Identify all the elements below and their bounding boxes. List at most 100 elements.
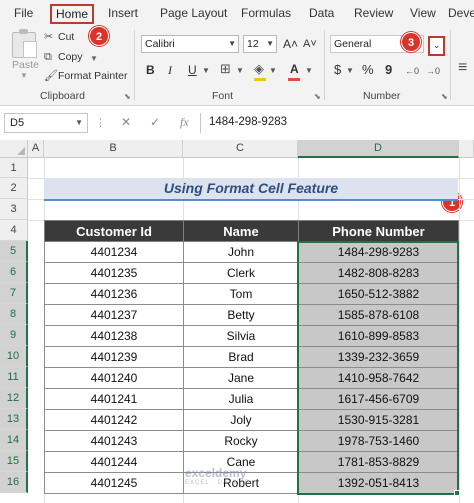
fill-handle[interactable]: [454, 490, 460, 496]
phone-cell[interactable]: 1978-753-1460: [298, 430, 459, 452]
tab-page-layout[interactable]: Page Layout: [160, 5, 227, 23]
currency-button[interactable]: $: [334, 62, 341, 78]
borders-icon[interactable]: ⊞: [220, 61, 231, 77]
tab-review[interactable]: Review: [354, 5, 393, 23]
increase-decimal-icon[interactable]: ←0: [405, 63, 419, 79]
borders-dropdown-icon[interactable]: ▼: [236, 66, 244, 75]
customer-id-cell[interactable]: 4401245: [44, 472, 184, 494]
customer-id-cell[interactable]: 4401244: [44, 451, 184, 473]
tab-data[interactable]: Data: [309, 5, 334, 23]
name-cell[interactable]: Brad: [183, 346, 299, 368]
paste-label[interactable]: Paste: [12, 59, 39, 71]
number-format-dropdown-button[interactable]: ⌄: [428, 36, 445, 56]
phone-cell[interactable]: 1410-958-7642: [298, 367, 459, 389]
row-header-4[interactable]: 4: [0, 220, 28, 241]
column-header-b[interactable]: B: [44, 140, 183, 158]
customer-id-cell[interactable]: 4401237: [44, 304, 184, 326]
underline-dropdown-icon[interactable]: ▼: [202, 66, 210, 75]
column-header-c[interactable]: C: [183, 140, 298, 158]
fill-color-icon[interactable]: ◈: [254, 61, 264, 77]
tab-formulas[interactable]: Formulas: [241, 5, 291, 23]
name-cell[interactable]: Joly: [183, 409, 299, 431]
column-header-a[interactable]: A: [28, 140, 44, 158]
customer-id-cell[interactable]: 4401238: [44, 325, 184, 347]
name-cell[interactable]: Betty: [183, 304, 299, 326]
tab-developer[interactable]: Deve: [448, 5, 474, 23]
name-cell[interactable]: Rocky: [183, 430, 299, 452]
alignment-icon[interactable]: ≡: [458, 60, 467, 76]
row-header-3[interactable]: 3: [0, 199, 28, 220]
row-header-16[interactable]: 16: [0, 472, 28, 493]
row-header-13[interactable]: 13: [0, 409, 28, 430]
row-header-14[interactable]: 14: [0, 430, 28, 451]
percent-button[interactable]: %: [362, 62, 374, 78]
row-header-8[interactable]: 8: [0, 304, 28, 325]
customer-id-cell[interactable]: 4401236: [44, 283, 184, 305]
copy-dropdown-icon[interactable]: ▼: [90, 54, 98, 63]
row-header-1[interactable]: 1: [0, 158, 28, 178]
name-cell[interactable]: John: [183, 241, 299, 263]
phone-cell[interactable]: 1530-915-3281: [298, 409, 459, 431]
bold-button[interactable]: B: [146, 62, 155, 78]
italic-button[interactable]: I: [168, 62, 172, 78]
tab-home[interactable]: Home: [50, 4, 95, 24]
customer-id-cell[interactable]: 4401242: [44, 409, 184, 431]
sheet-title[interactable]: Using Format Cell Feature: [44, 178, 458, 199]
paste-dropdown-icon[interactable]: ▼: [20, 71, 28, 80]
phone-cell[interactable]: 1339-232-3659: [298, 346, 459, 368]
phone-cell[interactable]: 1650-512-3882: [298, 283, 459, 305]
row-header-6[interactable]: 6: [0, 262, 28, 283]
column-header-d[interactable]: D: [298, 140, 459, 158]
copy-button[interactable]: ⧉ Copy: [44, 49, 83, 65]
shrink-font-button[interactable]: A˅: [303, 36, 317, 52]
phone-cell[interactable]: 1610-899-8583: [298, 325, 459, 347]
row-header-7[interactable]: 7: [0, 283, 28, 304]
row-header-5[interactable]: 5: [0, 241, 28, 262]
comma-style-button[interactable]: 9: [385, 62, 392, 78]
row-header-2[interactable]: 2: [0, 178, 28, 199]
formula-input[interactable]: 1484-298-9283: [200, 113, 474, 133]
number-launcher-icon[interactable]: ⬊: [441, 92, 448, 101]
name-cell[interactable]: Silvia: [183, 325, 299, 347]
paste-icon[interactable]: [12, 29, 37, 58]
underline-button[interactable]: U: [188, 62, 197, 78]
customer-id-cell[interactable]: 4401241: [44, 388, 184, 410]
select-all-button[interactable]: [0, 140, 28, 158]
row-header-12[interactable]: 12: [0, 388, 28, 409]
phone-cell[interactable]: 1781-853-8829: [298, 451, 459, 473]
font-color-dropdown-icon[interactable]: ▼: [305, 66, 313, 75]
customer-id-cell[interactable]: 4401243: [44, 430, 184, 452]
phone-cell[interactable]: 1482-808-8283: [298, 262, 459, 284]
tab-file[interactable]: File: [14, 5, 33, 23]
customer-id-cell[interactable]: 4401240: [44, 367, 184, 389]
customer-id-cell[interactable]: 4401239: [44, 346, 184, 368]
name-box[interactable]: D5 ▼: [4, 113, 88, 133]
phone-cell[interactable]: 1484-298-9283: [298, 241, 459, 263]
header-name[interactable]: Name: [183, 220, 299, 242]
cancel-icon[interactable]: ✕: [121, 115, 131, 129]
row-header-15[interactable]: 15: [0, 451, 28, 472]
decrease-decimal-icon[interactable]: →0: [426, 63, 440, 79]
currency-dropdown-icon[interactable]: ▼: [346, 66, 354, 75]
tab-view[interactable]: View: [410, 5, 436, 23]
font-name-select[interactable]: Calibri ▼: [141, 35, 239, 53]
font-size-select[interactable]: 12 ▼: [243, 35, 277, 53]
name-cell[interactable]: Julia: [183, 388, 299, 410]
header-customer-id[interactable]: Customer Id: [44, 220, 184, 242]
cut-button[interactable]: ✂ Cut: [44, 29, 74, 45]
row-header-11[interactable]: 11: [0, 367, 28, 388]
row-header-9[interactable]: 9: [0, 325, 28, 346]
enter-icon[interactable]: ✓: [150, 115, 160, 129]
phone-cell[interactable]: 1392-051-8413: [298, 472, 459, 494]
fill-dropdown-icon[interactable]: ▼: [269, 66, 277, 75]
column-header-e[interactable]: [459, 140, 474, 158]
format-painter-button[interactable]: 🖌Format Painter: [44, 68, 127, 84]
grow-font-button[interactable]: A˄: [283, 36, 298, 52]
font-launcher-icon[interactable]: ⬊: [314, 92, 321, 101]
name-cell[interactable]: Tom: [183, 283, 299, 305]
row-header-10[interactable]: 10: [0, 346, 28, 367]
phone-cell[interactable]: 1617-456-6709: [298, 388, 459, 410]
header-phone-number[interactable]: Phone Number: [298, 220, 459, 242]
font-color-button[interactable]: A: [290, 61, 299, 77]
insert-function-icon[interactable]: fx: [180, 115, 189, 130]
